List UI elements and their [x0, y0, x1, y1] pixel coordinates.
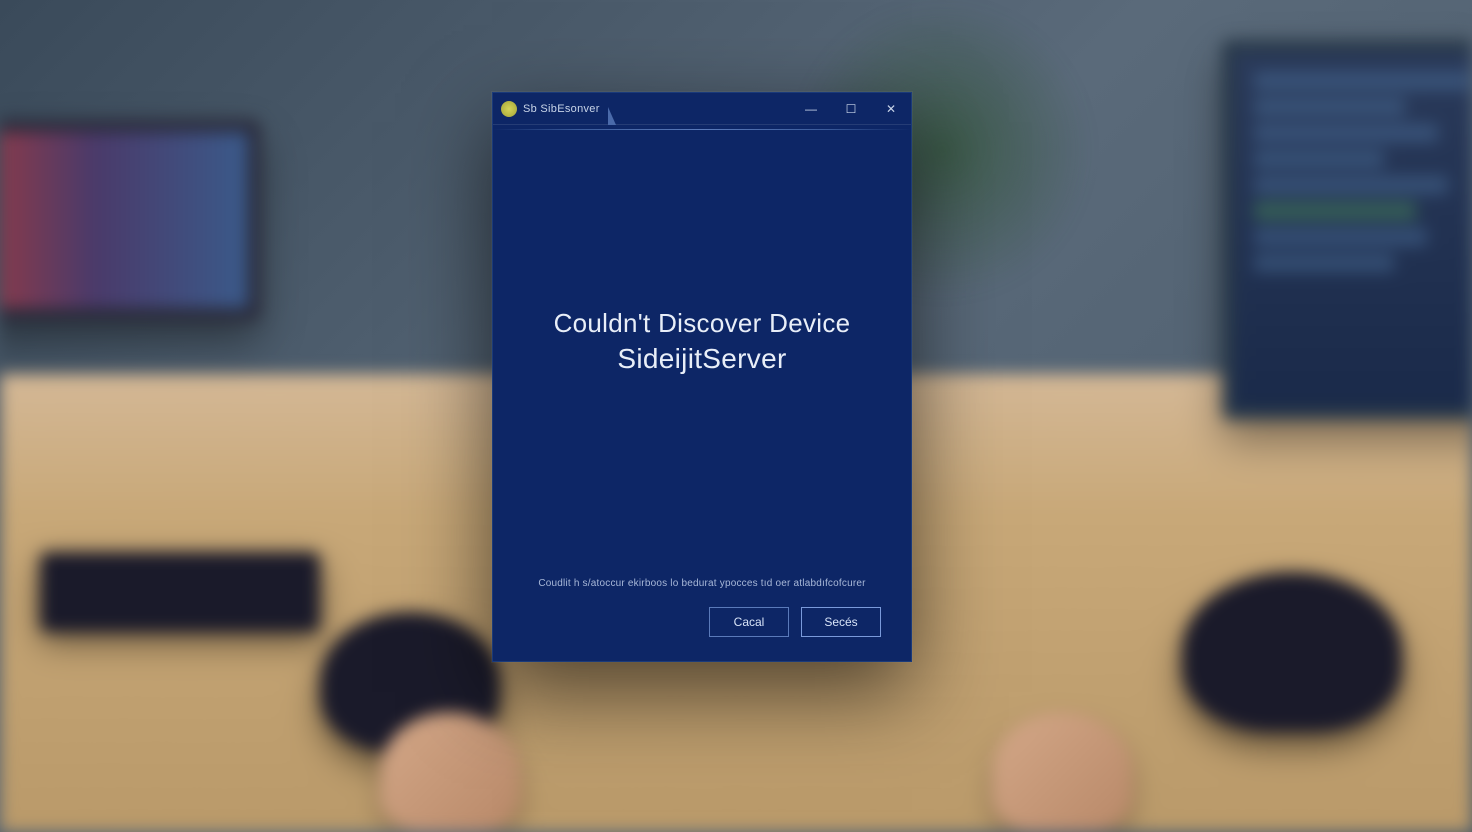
confirm-button[interactable]: Secés — [801, 607, 881, 637]
cancel-button[interactable]: Cacal — [709, 607, 789, 637]
app-icon — [501, 101, 517, 117]
close-icon: ✕ — [886, 102, 896, 116]
dialog-content: Couldn't Discover Device SideijitServer … — [493, 125, 911, 661]
error-description: Coudlit h s/atoccur ekirboos lo bedurat … — [523, 578, 881, 589]
error-heading-line2: SideijitServer — [617, 343, 786, 375]
left-monitor-screen — [0, 132, 248, 308]
right-hand — [992, 712, 1132, 832]
right-monitor — [1222, 40, 1472, 420]
console-device — [40, 552, 320, 632]
message-area: Couldn't Discover Device SideijitServer — [523, 105, 881, 578]
left-hand — [380, 712, 520, 832]
error-heading-line1: Couldn't Discover Device — [554, 308, 851, 339]
right-controller — [1182, 572, 1402, 732]
right-monitor-screen — [1234, 52, 1472, 408]
dialog-buttons: Cacal Secés — [523, 607, 881, 641]
left-monitor — [0, 120, 260, 320]
error-dialog: Sb SibEsonver — ☐ ✕ Couldn't Discover De… — [492, 92, 912, 662]
